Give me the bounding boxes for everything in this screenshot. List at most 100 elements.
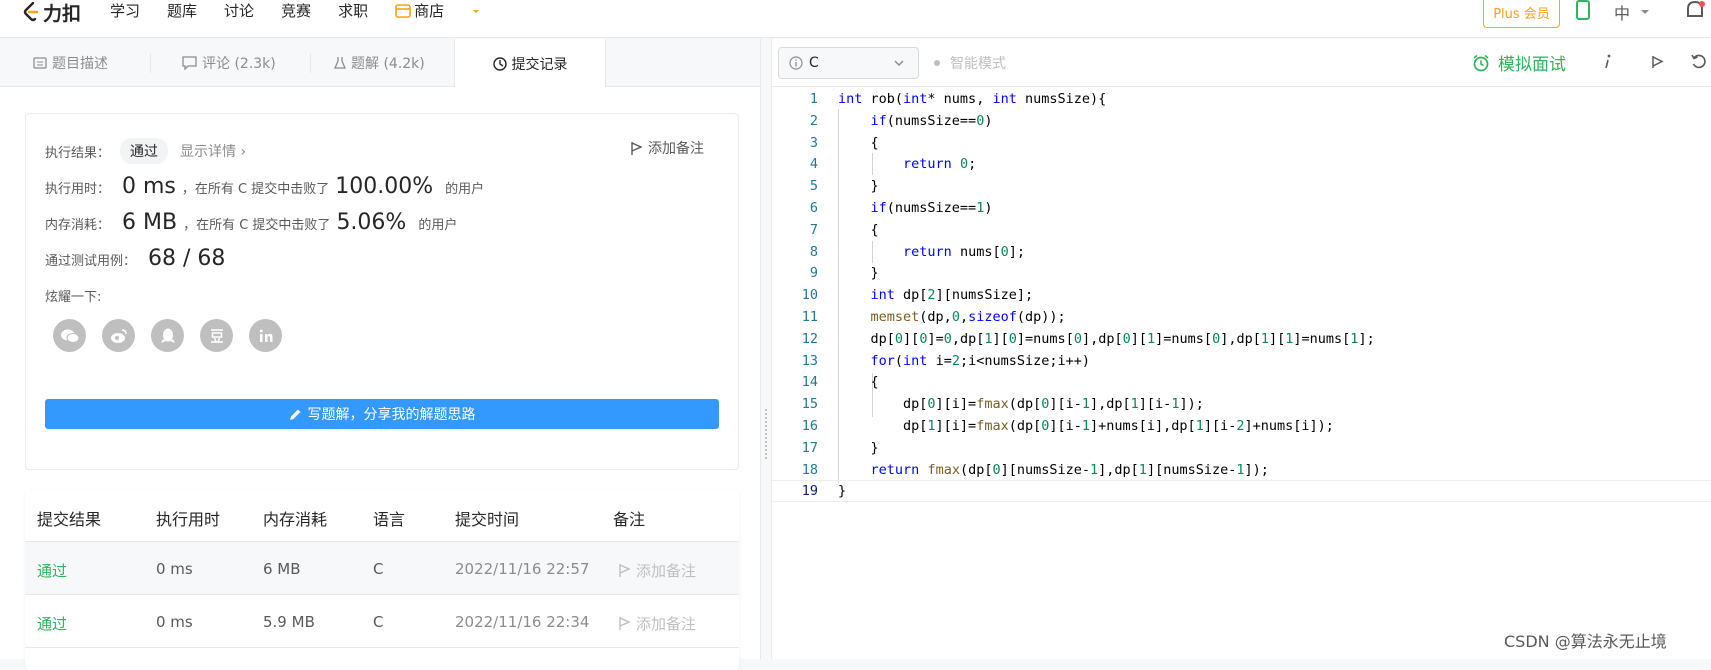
code-line[interactable]: 4 return 0; [772,153,1711,175]
bell-icon[interactable] [1684,0,1706,20]
panel-resize-handle[interactable] [760,39,772,659]
line-number: 12 [801,330,818,347]
code-text: { [838,374,879,391]
code-line[interactable]: 18 return fmax(dp[0][numsSize-1],dp[1][n… [772,459,1711,481]
linkedin-icon[interactable] [249,319,282,352]
line-number: 17 [801,439,818,456]
nav-problems[interactable]: 题库 [167,0,197,22]
code-line[interactable]: 14 { [772,371,1711,393]
nav-discuss[interactable]: 讨论 [224,0,254,22]
tab-submissions-label: 提交记录 [511,56,568,73]
show-details-link[interactable]: 显示详情 › [180,141,246,161]
code-line[interactable]: 13 for(int i=2;i<numsSize;i++) [772,350,1711,372]
caret-down-icon [1641,10,1650,14]
code-text: dp[0][0]=0,dp[1][0]=nums[0],dp[0][1]=num… [838,330,1375,347]
table-row[interactable]: 通过 0 ms 5.9 MB C 2022/11/16 22:34 添加备注 [25,595,739,648]
code-line[interactable]: 16 dp[1][i]=fmax(dp[0][i-1]+nums[i],dp[1… [772,415,1711,437]
alarm-clock-icon [1473,54,1489,71]
add-note-button[interactable]: 添加备注 [630,138,704,158]
douban-icon[interactable] [200,319,233,352]
mobile-icon[interactable] [1576,0,1590,20]
row-add-note-button[interactable]: 添加备注 [618,613,696,634]
nav-contest[interactable]: 竞赛 [281,0,311,22]
nav-learn[interactable]: 学习 [110,0,140,22]
caret-down-icon [473,10,480,13]
result-label: 执行结果： [45,145,111,161]
runtime-value: 0 ms [122,174,176,199]
col-note: 备注 [613,510,646,529]
line-number: 1 [809,91,818,107]
mock-interview-label: 模拟面试 [1498,55,1566,75]
code-line[interactable]: 10 int dp[2][numsSize]; [772,284,1711,306]
code-line[interactable]: 9 } [772,262,1711,284]
code-line[interactable]: 5 } [772,175,1711,197]
table-row[interactable]: 通过 0 ms 6 MB C 2022/11/16 22:57 添加备注 [25,542,739,595]
nav-shop[interactable]: 商店 [395,0,484,22]
line-number: 2 [809,112,818,129]
language-switch[interactable]: 中 [1614,0,1652,24]
runtime-users: 的用户 [445,182,485,197]
plus-member-button[interactable]: Plus 会员 [1483,0,1560,28]
code-text: { [838,134,879,151]
store-icon [395,4,411,18]
tab-solutions-label: 题解 (4.2k) [351,56,425,72]
code-line[interactable]: 2 if(numsSize==0) [772,110,1711,132]
nav-jobs[interactable]: 求职 [338,0,368,22]
tab-description[interactable]: 题目描述 [33,39,108,87]
brand-name: 力扣 [43,2,82,25]
flask-icon [334,57,346,69]
write-solution-button[interactable]: 写题解，分享我的解题思路 [45,399,719,429]
code-text: memset(dp,0,sizeof(dp)); [870,309,1066,325]
code-line[interactable]: 11 memset(dp,0,sizeof(dp)); [772,306,1711,328]
line-number: 15 [801,396,818,413]
line-number: 10 [801,287,818,304]
code-line[interactable]: 3 { [772,132,1711,154]
reset-icon[interactable] [1690,51,1708,73]
code-line[interactable]: 12 dp[0][0]=0,dp[1][0]=nums[0],dp[0][1]=… [772,328,1711,350]
result-card: 执行结果： 通过 显示详情 › 添加备注 执行用时： 0 ms ，在所有 C 提… [25,113,739,470]
result-row: 执行结果： 通过 显示详情 › [45,138,246,164]
col-runtime: 执行用时 [156,510,221,529]
info-icon [789,56,803,70]
code-line[interactable]: 19} [772,480,1711,503]
row-memory: 5.9 MB [263,613,315,631]
code-editor[interactable]: 1 int rob(int* nums, int numsSize){2 if(n… [772,87,1711,659]
run-icon[interactable] [1650,51,1664,73]
col-submitted-time: 提交时间 [455,510,520,529]
code-line[interactable]: 8 return nums[0]; [772,241,1711,263]
qq-icon[interactable] [151,319,184,352]
tab-comments[interactable]: 评论 (2.3k) [182,39,276,87]
row-status-link[interactable]: 通过 [37,560,67,581]
code-text: } [838,483,847,500]
row-add-note-button[interactable]: 添加备注 [618,560,696,581]
line-number: 13 [801,352,818,369]
tests-label: 通过测试用例： [45,254,137,269]
line-number: 8 [809,243,818,260]
code-text: if(numsSize==0) [870,112,993,129]
main-nav: 学习 题库 讨论 竞赛 求职 商店 [110,0,511,22]
language-select[interactable]: C [778,47,919,79]
info-italic-icon[interactable] [1602,51,1614,73]
comment-icon [182,56,197,70]
tab-solutions[interactable]: 题解 (4.2k) [334,39,425,87]
wechat-icon[interactable] [53,319,86,352]
code-line[interactable]: 7 { [772,219,1711,241]
mock-interview-button[interactable]: 模拟面试 [1472,50,1566,75]
tab-submissions[interactable]: 提交记录 [454,39,606,88]
row-status-link[interactable]: 通过 [37,613,67,634]
leetcode-logo[interactable]: 力扣 [22,0,82,25]
line-number: 18 [801,461,818,478]
code-line[interactable]: 6 if(numsSize==1) [772,197,1711,219]
code-line[interactable]: 1 int rob(int* nums, int numsSize){ [772,88,1711,110]
code-line[interactable]: 15 dp[0][i]=fmax(dp[0][i-1],dp[1][i-1]); [772,393,1711,415]
weibo-icon[interactable] [102,319,135,352]
problem-tabs: 题目描述 评论 (2.3k) 题解 (4.2k) 提交记录 [0,39,760,88]
code-line[interactable]: 17 } [772,437,1711,459]
line-number: 14 [801,374,818,391]
runtime-row: 执行用时： 0 ms ，在所有 C 提交中击败了 100.00% 的用户 [45,174,484,199]
table-header: 提交结果 执行用时 内存消耗 语言 提交时间 备注 [25,490,739,542]
smart-mode-toggle[interactable]: 智能模式 [934,53,1006,73]
code-text: dp[1][i]=fmax(dp[0][i-1]+nums[i],dp[1][i… [838,418,1334,434]
code-text: return nums[0]; [903,243,1025,260]
code-text: return 0; [903,156,977,173]
